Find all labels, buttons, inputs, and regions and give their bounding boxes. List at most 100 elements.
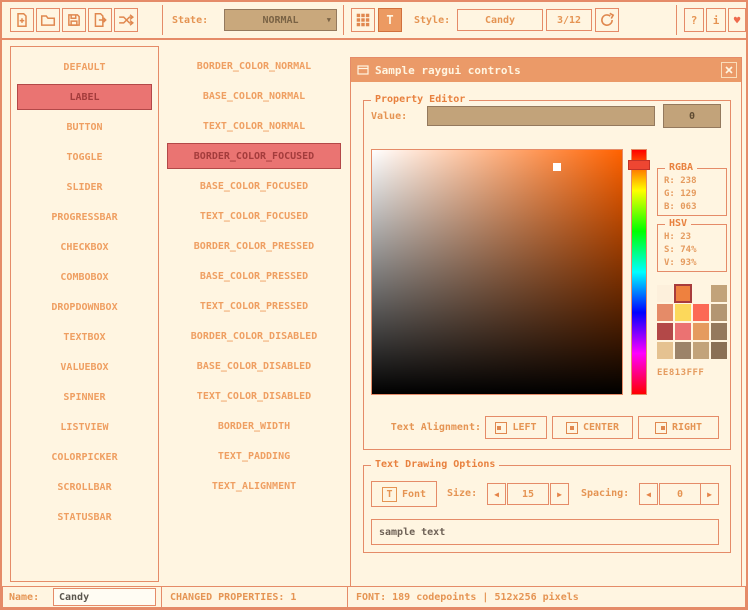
property-item-base_color_pressed[interactable]: BASE_COLOR_PRESSED: [167, 263, 341, 289]
reload-style-button[interactable]: [595, 8, 619, 32]
align-right-button[interactable]: RIGHT: [638, 416, 719, 439]
property-item-base_color_focused[interactable]: BASE_COLOR_FOCUSED: [167, 173, 341, 199]
property-item-base_color_normal[interactable]: BASE_COLOR_NORMAL: [167, 83, 341, 109]
palette-swatch-6[interactable]: [693, 304, 709, 321]
palette-swatch-12[interactable]: [657, 342, 673, 359]
save-style-button[interactable]: [62, 8, 86, 32]
hsv-label: HSV: [665, 218, 691, 229]
align-right-label: RIGHT: [672, 422, 702, 433]
state-dropdown[interactable]: NORMAL ▼: [224, 9, 337, 31]
palette-swatch-14[interactable]: [693, 342, 709, 359]
text-preview-toggle[interactable]: T: [378, 8, 402, 32]
about-button[interactable]: i: [706, 8, 726, 32]
property-item-text_padding[interactable]: TEXT_PADDING: [167, 443, 341, 469]
palette-swatch-4[interactable]: [657, 304, 673, 321]
control-item-statusbar[interactable]: STATUSBAR: [17, 504, 152, 530]
property-item-base_color_disabled[interactable]: BASE_COLOR_DISABLED: [167, 353, 341, 379]
property-item-border_color_pressed[interactable]: BORDER_COLOR_PRESSED: [167, 233, 341, 259]
changed-properties-text: CHANGED PROPERTIES: 1: [170, 592, 296, 603]
size-increase-button[interactable]: ▶: [550, 483, 569, 505]
value-box[interactable]: 0: [663, 104, 721, 128]
value-slider[interactable]: [427, 106, 655, 126]
size-value[interactable]: 15: [507, 483, 549, 505]
window-title: Sample raygui controls: [375, 64, 521, 77]
align-center-icon: [566, 422, 578, 434]
hex-color-value: EE813FFF: [657, 368, 704, 378]
style-name-input[interactable]: Candy: [53, 588, 156, 606]
rgba-green-value: G: 129: [664, 188, 726, 201]
control-item-dropdownbox[interactable]: DROPDOWNBOX: [17, 294, 152, 320]
control-item-scrollbar[interactable]: SCROLLBAR: [17, 474, 152, 500]
style-table-button[interactable]: [351, 8, 375, 32]
control-item-checkbox[interactable]: CHECKBOX: [17, 234, 152, 260]
control-item-toggle[interactable]: TOGGLE: [17, 144, 152, 170]
palette-swatch-7[interactable]: [711, 304, 727, 321]
property-item-text_alignment[interactable]: TEXT_ALIGNMENT: [167, 473, 341, 499]
palette-swatch-10[interactable]: [693, 323, 709, 340]
palette-swatch-15[interactable]: [711, 342, 727, 359]
hsv-value-value: V: 93%: [664, 257, 726, 270]
text-options-label: Text Drawing Options: [371, 459, 499, 470]
size-decrease-button[interactable]: ◀: [487, 483, 506, 505]
sample-controls-window: Sample raygui controls Property Editor V…: [350, 57, 742, 587]
open-style-button[interactable]: [36, 8, 60, 32]
property-item-border_width[interactable]: BORDER_WIDTH: [167, 413, 341, 439]
palette-swatch-9[interactable]: [675, 323, 691, 340]
property-item-text_color_focused[interactable]: TEXT_COLOR_FOCUSED: [167, 203, 341, 229]
window-titlebar[interactable]: Sample raygui controls: [351, 58, 741, 82]
align-left-button[interactable]: LEFT: [485, 416, 547, 439]
palette-swatch-3[interactable]: [711, 285, 727, 302]
style-name-combo[interactable]: Candy: [457, 9, 543, 31]
control-item-colorpicker[interactable]: COLORPICKER: [17, 444, 152, 470]
control-item-button[interactable]: BUTTON: [17, 114, 152, 140]
property-item-border_color_normal[interactable]: BORDER_COLOR_NORMAL: [167, 53, 341, 79]
font-button[interactable]: T Font: [371, 481, 437, 507]
help-button[interactable]: ?: [684, 8, 704, 32]
close-icon[interactable]: [721, 62, 737, 78]
style-color-palette: [657, 285, 727, 359]
palette-swatch-5[interactable]: [675, 304, 691, 321]
property-item-border_color_focused[interactable]: BORDER_COLOR_FOCUSED: [167, 143, 341, 169]
controls-listview: DEFAULT LABEL BUTTON TOGGLE SLIDER PROGRESSBA…: [10, 46, 159, 582]
control-item-progressbar[interactable]: PROGRESSBAR: [17, 204, 152, 230]
random-style-button[interactable]: [114, 8, 138, 32]
palette-swatch-13[interactable]: [675, 342, 691, 359]
new-style-button[interactable]: [10, 8, 34, 32]
control-item-textbox[interactable]: TEXTBOX: [17, 324, 152, 350]
palette-swatch-0[interactable]: [657, 285, 673, 302]
palette-swatch-2[interactable]: [693, 285, 709, 302]
color-picker-panel[interactable]: [371, 149, 623, 395]
rgba-label: RGBA: [665, 162, 697, 173]
rguistyler-window: State: NORMAL ▼ T Style: Candy 3/12 ? i …: [0, 0, 748, 610]
property-item-text_color_normal[interactable]: TEXT_COLOR_NORMAL: [167, 113, 341, 139]
control-item-spinner[interactable]: SPINNER: [17, 384, 152, 410]
palette-swatch-11[interactable]: [711, 323, 727, 340]
control-item-valuebox[interactable]: VALUEBOX: [17, 354, 152, 380]
spacing-decrease-button[interactable]: ◀: [639, 483, 658, 505]
rgba-group: RGBA R: 238 G: 129 B: 063: [657, 168, 727, 216]
control-item-slider[interactable]: SLIDER: [17, 174, 152, 200]
spacing-increase-button[interactable]: ▶: [700, 483, 719, 505]
style-counter-button[interactable]: 3/12: [546, 9, 592, 31]
hue-bar[interactable]: [631, 149, 647, 395]
hsv-hue-value: H: 23: [664, 231, 726, 244]
spacing-value[interactable]: 0: [659, 483, 701, 505]
control-item-combobox[interactable]: COMBOBOX: [17, 264, 152, 290]
align-center-button[interactable]: CENTER: [552, 416, 633, 439]
color-picker-cursor[interactable]: [553, 163, 561, 171]
control-item-label[interactable]: LABEL: [17, 84, 152, 110]
property-item-border_color_disabled[interactable]: BORDER_COLOR_DISABLED: [167, 323, 341, 349]
control-item-listview[interactable]: LISTVIEW: [17, 414, 152, 440]
toolbar-divider: [676, 5, 677, 35]
sample-text-input[interactable]: sample text: [371, 519, 719, 545]
rgba-blue-value: B: 063: [664, 201, 726, 214]
export-style-button[interactable]: [88, 8, 112, 32]
sponsor-heart-button[interactable]: ♥: [728, 8, 746, 32]
property-item-text_color_pressed[interactable]: TEXT_COLOR_PRESSED: [167, 293, 341, 319]
palette-swatch-1[interactable]: [675, 285, 691, 302]
hue-slider-handle[interactable]: [628, 160, 650, 170]
align-left-icon: [495, 422, 507, 434]
property-item-text_color_disabled[interactable]: TEXT_COLOR_DISABLED: [167, 383, 341, 409]
palette-swatch-8[interactable]: [657, 323, 673, 340]
control-item-default[interactable]: DEFAULT: [17, 54, 152, 80]
